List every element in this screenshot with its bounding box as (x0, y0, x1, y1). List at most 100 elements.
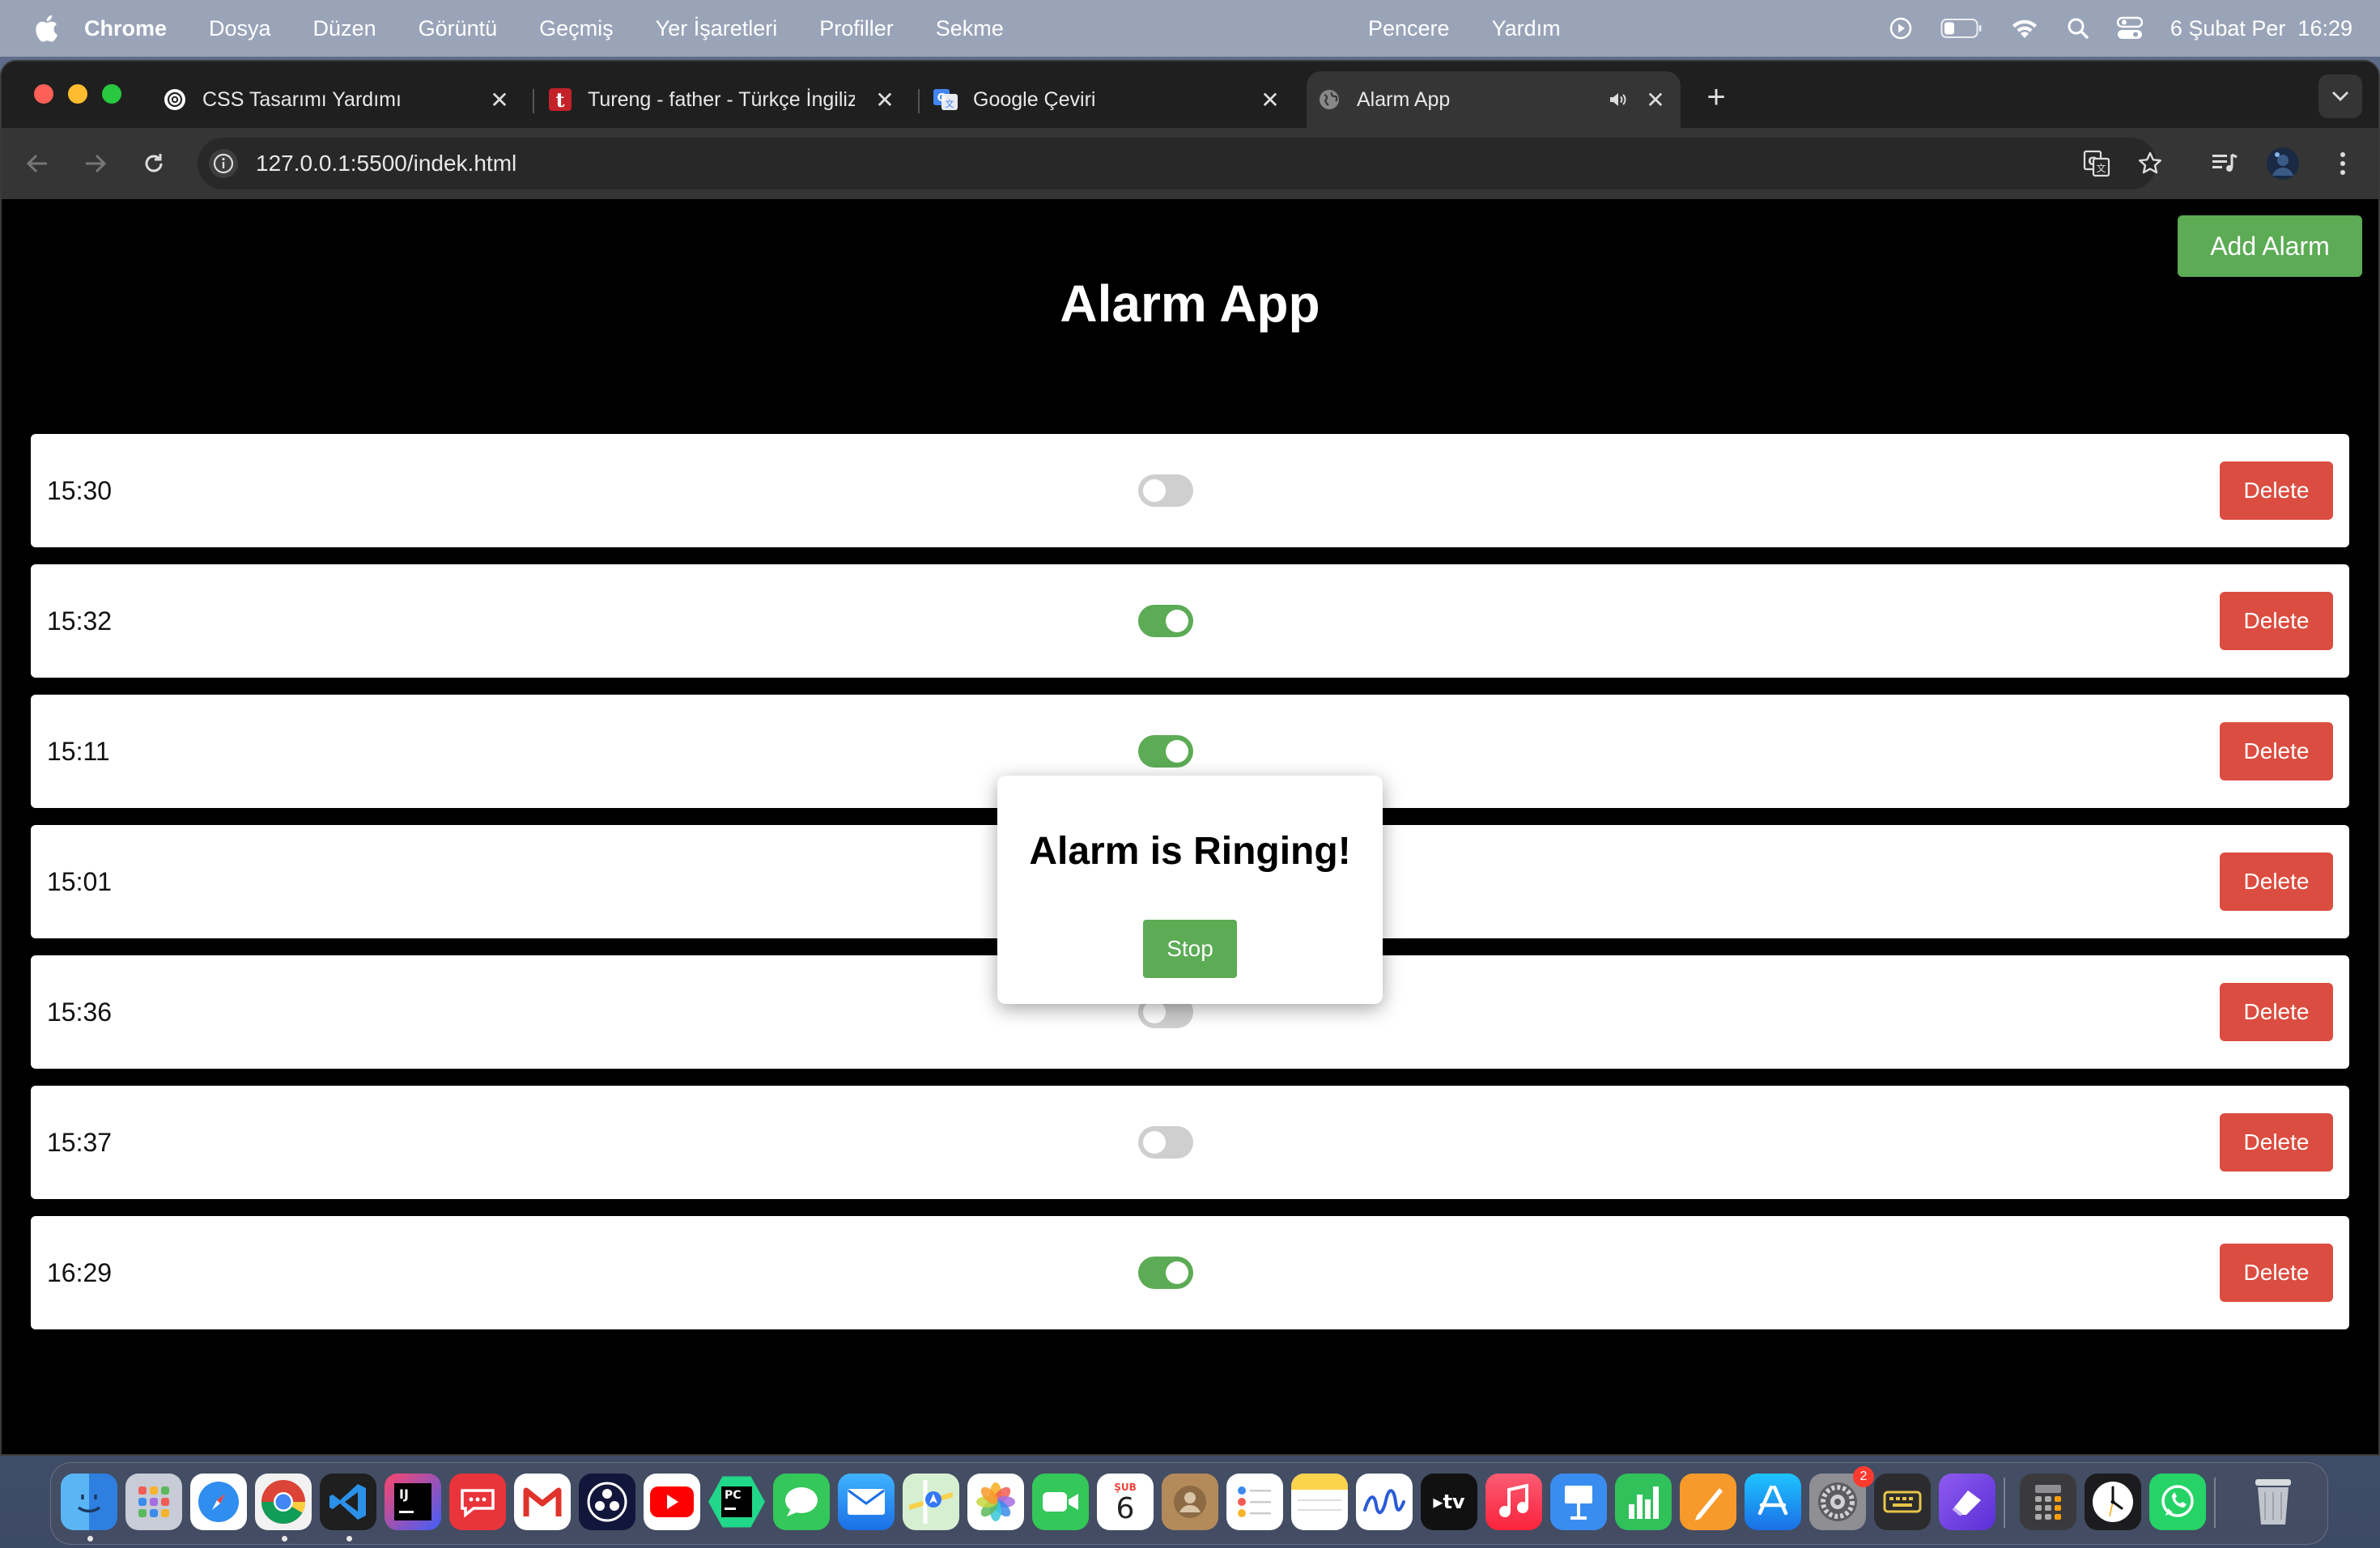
calendar-month: ŞUB (1114, 1482, 1137, 1493)
pages-icon[interactable] (1680, 1474, 1736, 1530)
menu-file[interactable]: Dosya (209, 16, 271, 41)
menu-window[interactable]: Pencere (1368, 16, 1450, 41)
tab-css-help[interactable]: CSS Tasarımı Yardımı ✕ (152, 71, 525, 128)
reload-button[interactable] (136, 146, 172, 181)
tureng-icon: t (547, 87, 573, 113)
menubar-clock[interactable]: 6 Şubat Per 16:29 (2170, 16, 2352, 41)
close-tab-icon[interactable]: ✕ (1258, 87, 1282, 113)
finder-icon[interactable] (61, 1474, 117, 1530)
media-controls-icon[interactable] (2207, 146, 2242, 181)
alarm-toggle[interactable] (1138, 1126, 1193, 1159)
whatsapp-icon[interactable] (2149, 1474, 2206, 1530)
screen-recording-icon[interactable] (1889, 16, 1913, 40)
add-alarm-button[interactable]: Add Alarm (2178, 215, 2362, 277)
eraser-icon[interactable] (1939, 1474, 1995, 1530)
spotlight-search-icon[interactable] (2067, 17, 2089, 40)
back-button[interactable] (19, 146, 55, 181)
menu-view[interactable]: Görüntü (419, 16, 498, 41)
url-text[interactable]: 127.0.0.1:5500/indek.html (256, 138, 516, 189)
delete-button[interactable]: Delete (2220, 461, 2333, 520)
menu-tab[interactable]: Sekme (936, 16, 1004, 41)
keynote-icon[interactable] (1550, 1474, 1607, 1530)
numbers-icon[interactable] (1615, 1474, 1672, 1530)
intellij-icon[interactable]: IJ (385, 1474, 441, 1530)
wifi-icon[interactable] (2010, 17, 2039, 40)
apple-icon[interactable] (32, 12, 60, 45)
alarm-toggle[interactable] (1138, 605, 1193, 637)
tab-search-button[interactable] (2318, 74, 2362, 118)
menu-bookmarks[interactable]: Yer İşaretleri (656, 16, 778, 41)
battery-icon[interactable] (1940, 18, 1983, 39)
delete-button[interactable]: Delete (2220, 1113, 2333, 1172)
app-store-icon[interactable] (1745, 1474, 1801, 1530)
speaker-icon[interactable] (1606, 87, 1630, 112)
alarm-time: 15:30 (47, 476, 113, 505)
keyboard-icon[interactable] (1874, 1474, 1931, 1530)
delete-button[interactable]: Delete (2220, 1244, 2333, 1302)
bookmark-star-icon[interactable] (2136, 149, 2165, 178)
alarm-toggle[interactable] (1138, 1257, 1193, 1289)
vscode-icon[interactable] (320, 1474, 376, 1530)
tv-icon[interactable]: ▸tv (1421, 1474, 1477, 1530)
launchpad-icon[interactable] (125, 1474, 182, 1530)
menu-profiles[interactable]: Profiller (819, 16, 894, 41)
menu-history[interactable]: Geçmiş (539, 16, 614, 41)
notes-icon[interactable] (1291, 1474, 1348, 1530)
safari-icon[interactable] (190, 1474, 247, 1530)
menu-edit[interactable]: Düzen (313, 16, 376, 41)
obs-icon[interactable] (579, 1474, 635, 1530)
stop-button[interactable]: Stop (1143, 920, 1237, 978)
translate-page-icon[interactable]: G文 (2082, 149, 2111, 178)
calendar-icon[interactable]: ŞUB 6 (1097, 1474, 1154, 1530)
alarm-toggle[interactable] (1138, 474, 1193, 507)
gmail-icon[interactable] (514, 1474, 571, 1530)
close-tab-icon[interactable]: ✕ (487, 87, 512, 113)
more-menu-icon[interactable] (2325, 146, 2361, 181)
forward-button[interactable] (78, 146, 113, 181)
facetime-icon[interactable] (1032, 1474, 1089, 1530)
close-window-button[interactable] (34, 84, 53, 104)
alarm-row: 16:29 Delete (31, 1216, 2349, 1329)
calculator-icon[interactable] (2020, 1474, 2076, 1530)
delete-button[interactable]: Delete (2220, 983, 2333, 1041)
maps-icon[interactable] (903, 1474, 959, 1530)
toggle-knob (1143, 1131, 1166, 1154)
site-info-icon[interactable] (209, 149, 238, 178)
minimize-window-button[interactable] (68, 84, 87, 104)
photos-icon[interactable] (967, 1474, 1024, 1530)
tab-google-translate[interactable]: G文 Google Çeviri ✕ (923, 71, 1295, 128)
delete-button[interactable]: Delete (2220, 722, 2333, 780)
zoom-window-button[interactable] (102, 84, 121, 104)
menu-help[interactable]: Yardım (1492, 16, 1561, 41)
music-icon[interactable] (1485, 1474, 1542, 1530)
tab-tureng[interactable]: t Tureng - father - Türkçe İngiliz ✕ (538, 71, 910, 128)
modal-title: Alarm is Ringing! (1029, 830, 1351, 873)
alarm-app-page: Add Alarm Alarm App 15:30 Delete 15:32 D… (2, 199, 2378, 1454)
close-tab-icon[interactable]: ✕ (873, 87, 897, 113)
tab-alarm-app[interactable]: Alarm App ✕ (1307, 71, 1681, 128)
trash-icon[interactable] (2245, 1474, 2301, 1530)
svg-text:t: t (555, 88, 564, 112)
contacts-icon[interactable] (1162, 1474, 1218, 1530)
chrome-icon[interactable] (255, 1474, 312, 1530)
close-tab-icon[interactable]: ✕ (1643, 87, 1668, 113)
delete-button[interactable]: Delete (2220, 592, 2333, 650)
youtube-icon[interactable] (644, 1474, 700, 1530)
reminders-icon[interactable] (1226, 1474, 1283, 1530)
pycharm-icon[interactable]: PC (708, 1476, 765, 1528)
mail-icon[interactable] (838, 1474, 895, 1530)
chevron-down-icon (2332, 91, 2348, 101)
new-tab-button[interactable]: + (1700, 79, 1732, 115)
menu-app-name[interactable]: Chrome (84, 16, 167, 41)
speeko-icon[interactable] (449, 1474, 506, 1530)
arrow-right-icon (86, 154, 107, 173)
alarm-toggle[interactable] (1138, 735, 1193, 768)
profile-avatar[interactable] (2265, 146, 2301, 181)
notification-badge: 2 (1853, 1466, 1874, 1487)
control-center-icon[interactable] (2116, 16, 2143, 40)
delete-button[interactable]: Delete (2220, 853, 2333, 911)
freeform-icon[interactable] (1356, 1474, 1413, 1530)
address-bar[interactable]: 127.0.0.1:5500/indek.html G文 (198, 138, 2161, 189)
messages-icon[interactable] (773, 1474, 830, 1530)
clock-icon[interactable] (2085, 1474, 2141, 1530)
